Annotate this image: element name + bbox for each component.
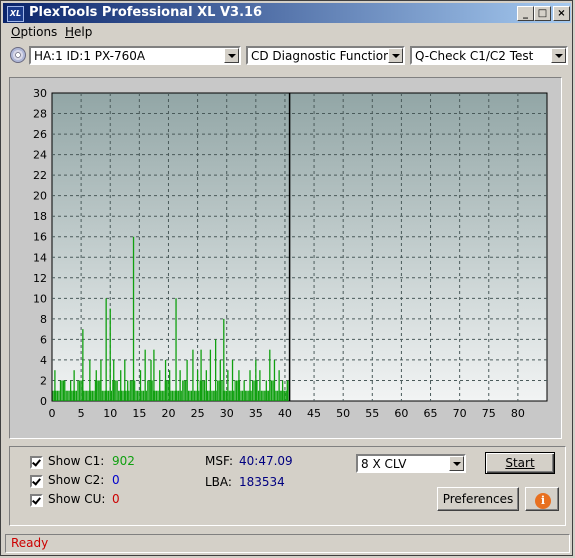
disc-drive-icon [10, 47, 26, 63]
x-tick-label: 75 [482, 407, 496, 420]
x-tick-label: 35 [249, 407, 263, 420]
speed-select[interactable]: 8 X CLV [356, 454, 466, 473]
y-tick-label: 8 [40, 313, 47, 326]
y-tick-label: 2 [40, 374, 47, 387]
y-tick-label: 14 [33, 251, 47, 264]
start-button[interactable]: Start [485, 452, 555, 474]
x-tick-label: 40 [278, 407, 292, 420]
c1-count: 902 [112, 454, 135, 468]
cu-count: 0 [112, 492, 120, 506]
y-tick-label: 22 [33, 169, 47, 182]
show-cu-label: Show CU: [48, 492, 106, 506]
menu-bar: Options Help [3, 24, 571, 42]
minimize-button[interactable]: _ [517, 6, 534, 21]
y-tick-label: 30 [33, 87, 47, 100]
show-c1-label: Show C1: [48, 454, 105, 468]
msf-label: MSF: [205, 454, 233, 468]
drive-select-value: HA:1 ID:1 PX-760A [34, 49, 146, 63]
y-axis-ticks: 024681012141618202224262830 [33, 87, 47, 408]
drive-select[interactable]: HA:1 ID:1 PX-760A [29, 46, 241, 65]
y-tick-label: 16 [33, 231, 47, 244]
x-tick-label: 20 [161, 407, 175, 420]
function-select-value: CD Diagnostic Functions [251, 49, 397, 63]
x-tick-label: 70 [453, 407, 467, 420]
x-tick-label: 15 [132, 407, 146, 420]
y-tick-label: 10 [33, 292, 47, 305]
x-tick-label: 60 [394, 407, 408, 420]
y-tick-label: 12 [33, 272, 47, 285]
c2-count: 0 [112, 473, 120, 487]
plot-area [51, 92, 548, 402]
lba-label: LBA: [205, 475, 232, 489]
c1-c2-chart: 024681012141618202224262830 0 5 10 15 20 25 30… [33, 87, 548, 420]
x-tick-label: 0 [49, 407, 56, 420]
chevron-down-icon[interactable] [224, 48, 239, 63]
x-tick-label: 55 [365, 407, 379, 420]
x-tick-label: 45 [307, 407, 321, 420]
y-tick-label: 6 [40, 333, 47, 346]
status-bar: Ready [5, 534, 570, 553]
y-tick-label: 24 [33, 149, 47, 162]
chevron-down-icon[interactable] [551, 48, 566, 63]
menu-help[interactable]: Help [65, 25, 92, 39]
info-button[interactable]: i [525, 487, 559, 511]
y-tick-label: 0 [40, 395, 47, 408]
app-icon: XL [7, 6, 24, 22]
chart-frame: 0 2 4 6 8 10 12 14 16 18 20 22 24 26 28 30 0 5 10 15 20 25 30… [9, 77, 562, 439]
x-tick-label: 30 [220, 407, 234, 420]
preferences-button[interactable]: Preferences [437, 487, 519, 511]
show-c2-checkbox[interactable] [30, 475, 43, 488]
x-tick-label: 10 [103, 407, 117, 420]
msf-value: 40:47.09 [239, 454, 293, 468]
y-tick-label: 20 [33, 190, 47, 203]
show-c1-checkbox[interactable] [30, 456, 43, 469]
function-select[interactable]: CD Diagnostic Functions [246, 46, 405, 65]
lba-value: 183534 [239, 475, 285, 489]
y-tick-label: 4 [40, 354, 47, 367]
y-tick-label: 18 [33, 210, 47, 223]
start-button-label: Start [505, 456, 535, 470]
speed-select-value: 8 X CLV [361, 457, 407, 471]
results-panel: Show C1: 902 Show C2: 0 Show CU: 0 MSF: … [9, 446, 566, 526]
y-tick-label: 28 [33, 108, 47, 121]
maximize-button[interactable]: □ [534, 6, 551, 21]
window-title: PlexTools Professional XL V3.16 [29, 5, 263, 20]
x-tick-label: 65 [424, 407, 438, 420]
chevron-down-icon[interactable] [388, 48, 403, 63]
x-tick-label: 5 [78, 407, 85, 420]
x-tick-label: 25 [191, 407, 205, 420]
app-window: XL PlexTools Professional XL V3.16 _ □ ×… [0, 0, 573, 556]
close-button[interactable]: × [553, 6, 570, 21]
menu-options[interactable]: Options [11, 25, 57, 39]
y-tick-label: 26 [33, 128, 47, 141]
chevron-down-icon[interactable] [449, 456, 464, 471]
test-select[interactable]: Q-Check C1/C2 Test [410, 46, 568, 65]
show-c2-label: Show C2: [48, 473, 105, 487]
show-cu-checkbox[interactable] [30, 494, 43, 507]
title-bar[interactable]: XL PlexTools Professional XL V3.16 _ □ × [3, 3, 571, 23]
test-select-value: Q-Check C1/C2 Test [415, 49, 534, 63]
info-icon: i [535, 493, 551, 509]
x-tick-label: 80 [511, 407, 525, 420]
x-axis-ticks: 0 5 10 15 20 25 30 35 40 45 50 55 60 65 70 75 80 [49, 407, 525, 420]
x-tick-label: 50 [336, 407, 350, 420]
